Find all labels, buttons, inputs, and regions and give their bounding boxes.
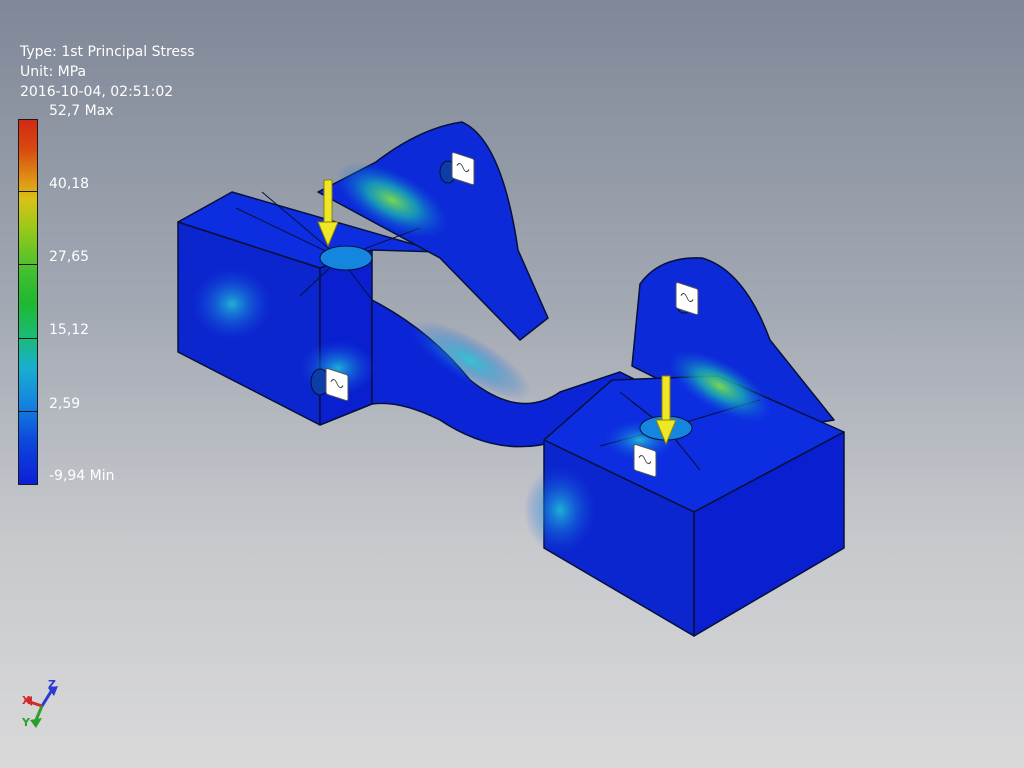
view-triad[interactable]: X Y Z (14, 676, 70, 736)
stress-model-view[interactable] (0, 0, 1024, 768)
triad-x-label: X (22, 694, 31, 707)
triad-y-label: Y (22, 716, 30, 729)
triad-z-label: Z (48, 678, 56, 691)
